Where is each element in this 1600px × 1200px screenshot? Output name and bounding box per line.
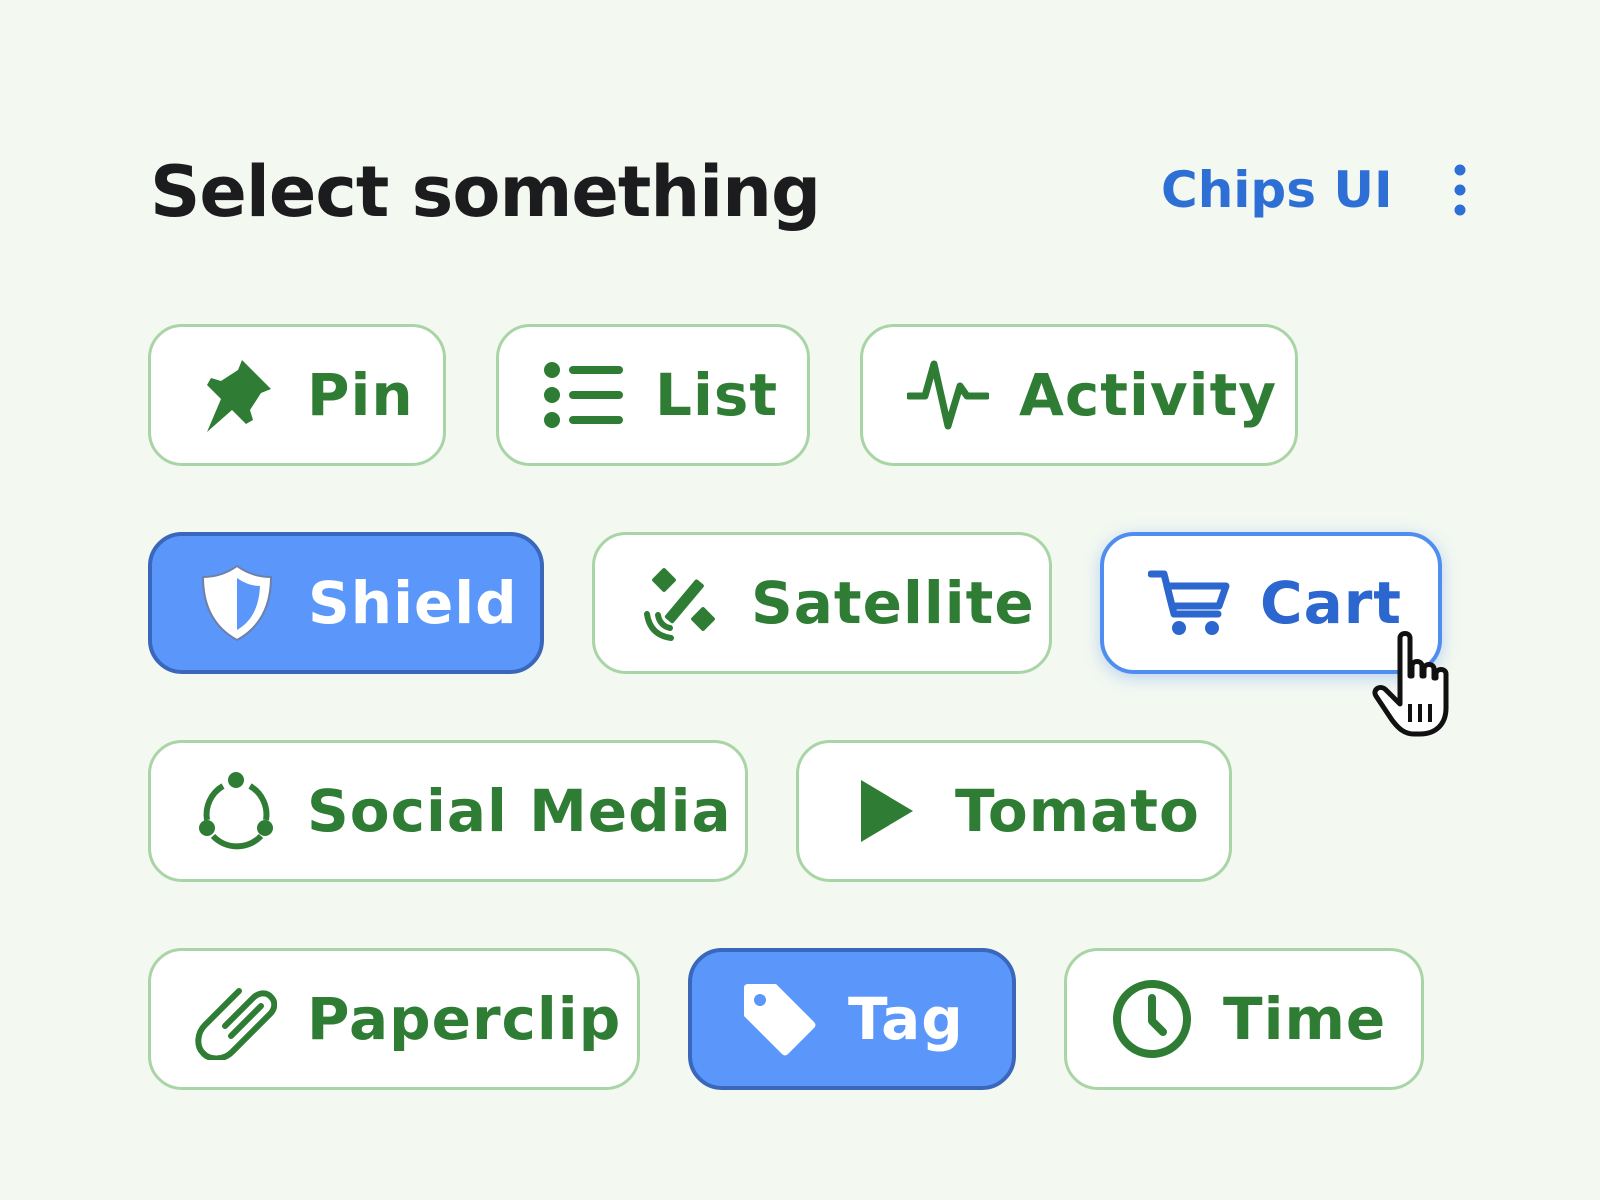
- chip-satellite[interactable]: Satellite: [592, 532, 1052, 674]
- chip-label: Pin: [307, 361, 414, 429]
- clock-icon: [1111, 978, 1193, 1060]
- brand-link[interactable]: Chips UI: [1161, 160, 1393, 220]
- chip-tag[interactable]: Tag: [688, 948, 1016, 1090]
- chip-list[interactable]: List: [496, 324, 810, 466]
- cart-icon: [1148, 562, 1230, 644]
- more-vertical-icon[interactable]: [1442, 160, 1478, 220]
- chip-time[interactable]: Time: [1064, 948, 1424, 1090]
- paperclip-icon: [195, 978, 277, 1060]
- pin-icon: [195, 354, 277, 436]
- chip-label: Tag: [848, 985, 964, 1053]
- chip-label: Tomato: [955, 777, 1200, 845]
- page-title: Select something: [150, 151, 821, 233]
- chip-tomato[interactable]: Tomato: [796, 740, 1232, 882]
- shield-icon: [196, 562, 278, 644]
- chip-shield[interactable]: Shield: [148, 532, 544, 674]
- chip-pin[interactable]: Pin: [148, 324, 446, 466]
- chip-label: Satellite: [751, 569, 1035, 637]
- chip-activity[interactable]: Activity: [860, 324, 1298, 466]
- chip-label: Time: [1223, 985, 1387, 1053]
- chip-label: Paperclip: [307, 985, 622, 1053]
- satellite-icon: [639, 562, 721, 644]
- tag-icon: [736, 978, 818, 1060]
- chip-label: Activity: [1019, 361, 1278, 429]
- chip-social-media[interactable]: Social Media: [148, 740, 748, 882]
- chip-label: Cart: [1260, 569, 1403, 637]
- chip-cart[interactable]: Cart: [1100, 532, 1442, 674]
- chip-paperclip[interactable]: Paperclip: [148, 948, 640, 1090]
- chips-panel: Select something Chips UI Pin List Activ…: [0, 0, 1600, 1200]
- chip-label: Shield: [308, 569, 518, 637]
- activity-icon: [907, 354, 989, 436]
- social-media-icon: [195, 770, 277, 852]
- play-icon: [843, 770, 925, 852]
- chip-label: List: [655, 361, 779, 429]
- list-icon: [543, 354, 625, 436]
- chip-label: Social Media: [307, 777, 732, 845]
